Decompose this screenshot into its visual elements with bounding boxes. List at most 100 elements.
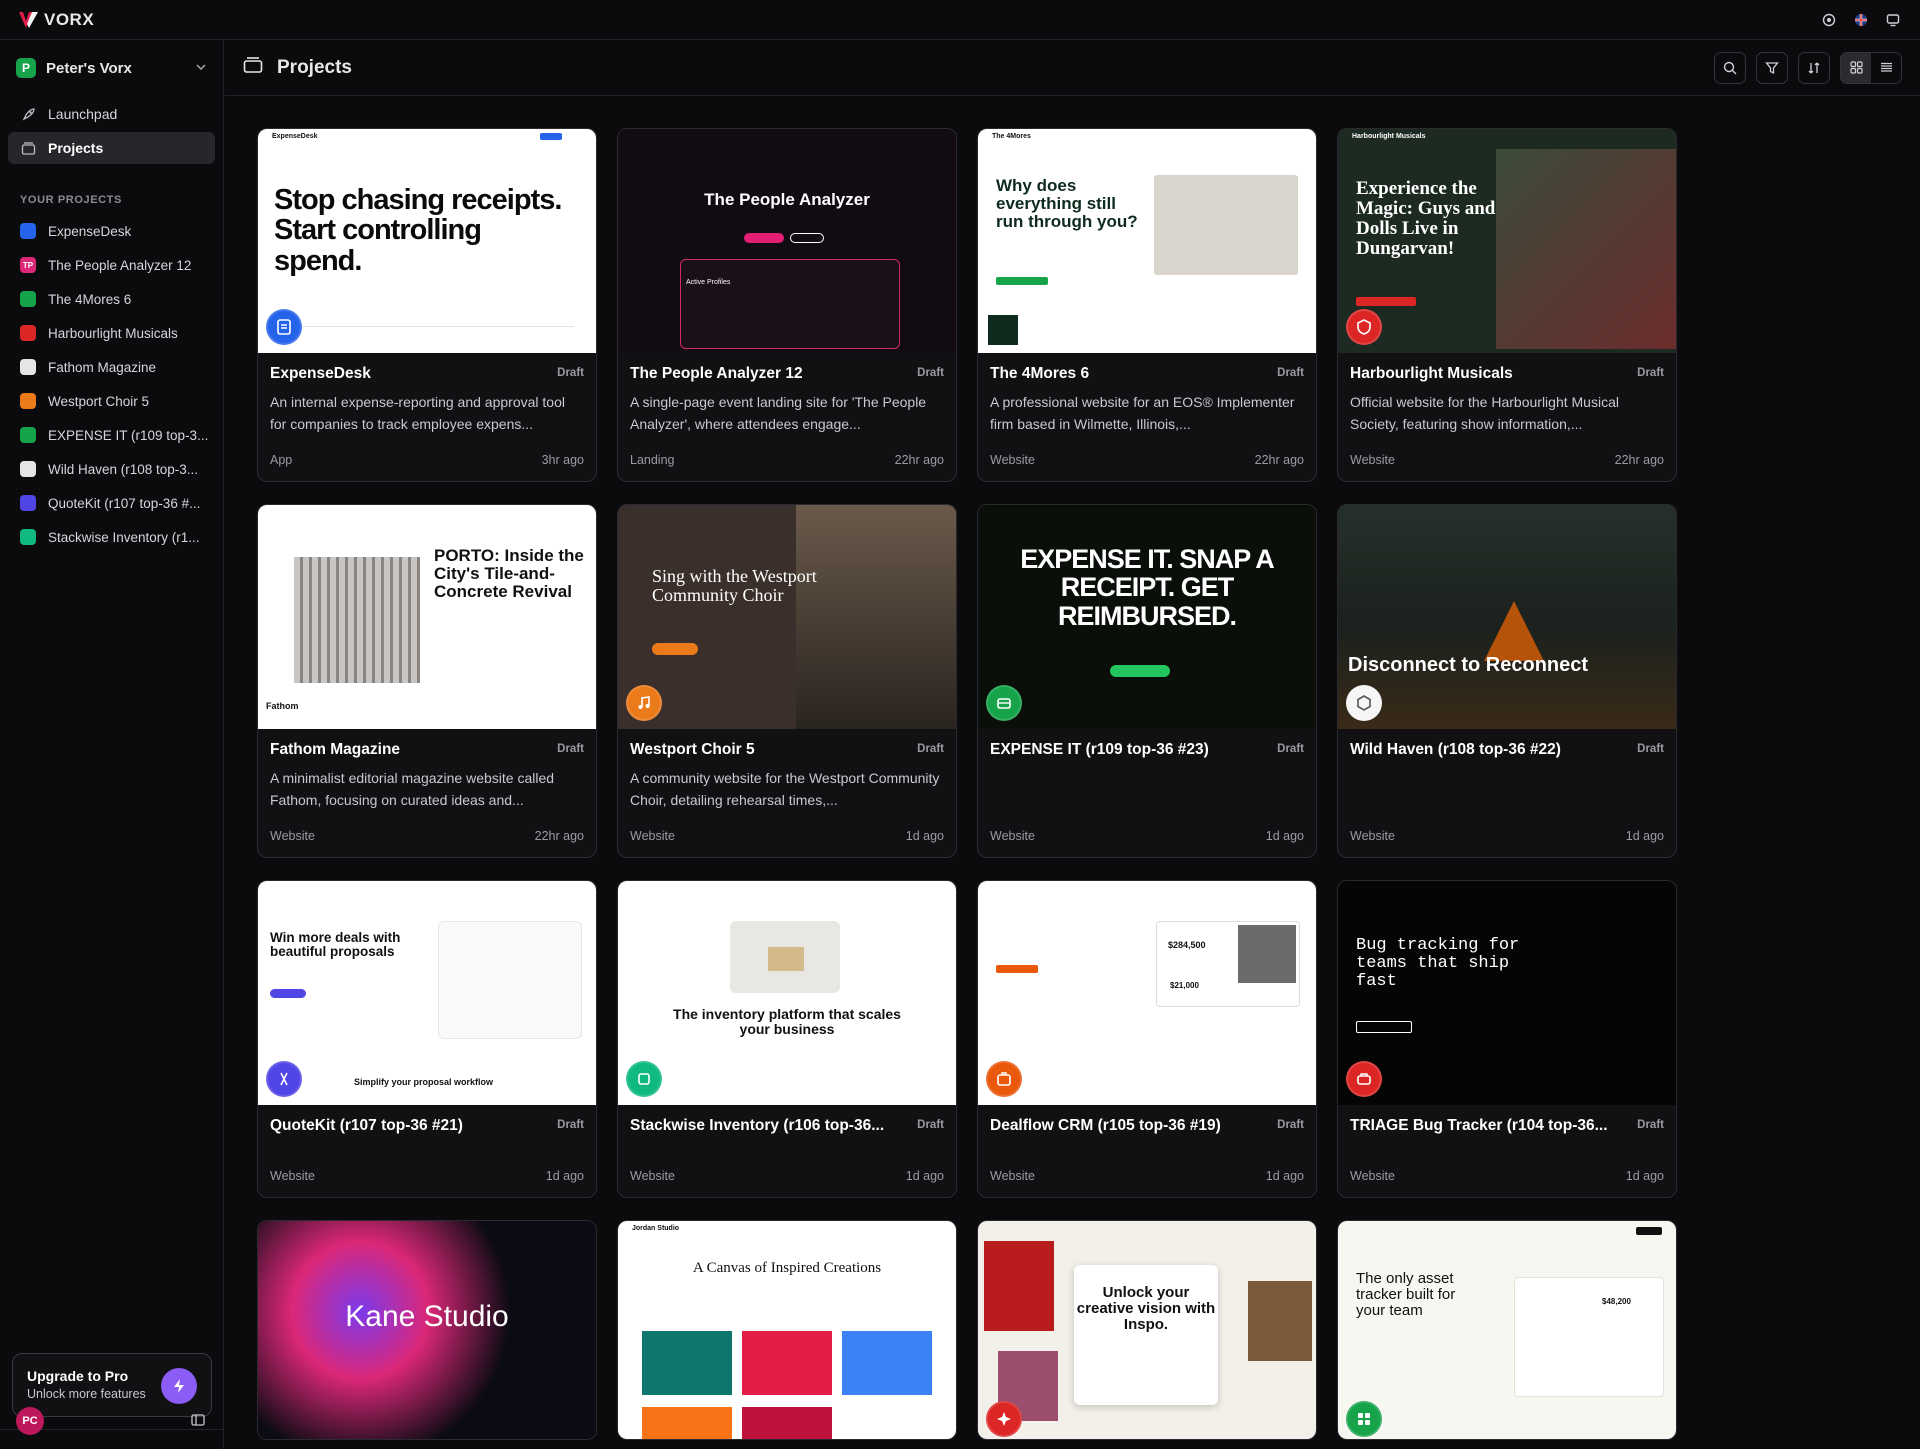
sidebar-project-item[interactable]: Fathom Magazine [8, 350, 215, 384]
sidebar-project-label: Westport Choir 5 [48, 393, 150, 409]
project-updated-time: 22hr ago [1254, 453, 1304, 467]
project-grid: Stop chasing receipts. Start controlling… [257, 128, 1677, 1440]
sidebar-project-item[interactable]: Wild Haven (r108 top-3... [8, 452, 215, 486]
project-card[interactable]: EXPENSE IT. SNAP A RECEIPT. GET REIMBURS… [977, 504, 1317, 858]
avatar[interactable]: PC [16, 1407, 44, 1435]
project-card[interactable]: Experience the Magic: Guys and Dolls Liv… [1337, 128, 1677, 482]
thumbnail-headline: Experience the Magic: Guys and Dolls Liv… [1356, 178, 1496, 259]
filter-button[interactable] [1756, 51, 1788, 84]
sort-button[interactable] [1798, 51, 1830, 84]
nav-projects[interactable]: Projects [8, 132, 215, 164]
sidebar-project-item[interactable]: Westport Choir 5 [8, 384, 215, 418]
quote-icon [20, 495, 36, 511]
project-card[interactable]: The only asset tracker built for your te… [1337, 1220, 1677, 1440]
project-card[interactable]: Why does everything still run through yo… [977, 128, 1317, 482]
card-footer: App 3hr ago [270, 453, 584, 467]
project-card[interactable]: Bug tracking for teams that ship fast TRI… [1337, 880, 1677, 1198]
help-icon[interactable] [1820, 11, 1838, 29]
upgrade-card[interactable]: Upgrade to Pro Unlock more features [12, 1353, 212, 1417]
collapse-sidebar-icon[interactable] [190, 1412, 208, 1430]
list-icon [1880, 62, 1892, 72]
grid-view-button[interactable] [1841, 52, 1871, 83]
thumbnail-subtext: Active Profiles [686, 279, 731, 286]
project-updated-time: 1d ago [545, 1169, 584, 1183]
sidebar-project-item[interactable]: QuoteKit (r107 top-36 #... [8, 486, 215, 520]
project-thumbnail: Sing with the Westport Community Choir [618, 505, 956, 729]
thumbnail-brand: Harbourlight Musicals [1352, 133, 1426, 140]
sidebar-project-item[interactable]: EXPENSE IT (r109 top-3... [8, 418, 215, 452]
sidebar-project-label: QuoteKit (r107 top-36 #... [48, 495, 201, 511]
list-view-button[interactable] [1871, 53, 1901, 83]
card-footer: Website 1d ago [1350, 829, 1664, 843]
project-name: Stackwise Inventory (r106 top-36... [630, 1117, 885, 1134]
project-card[interactable]: Sing with the Westport Community Choir We… [617, 504, 957, 858]
thumbnail-headline: Unlock your creative vision with Inspo. [1076, 1284, 1216, 1333]
sidebar-project-item[interactable]: TP The People Analyzer 12 [8, 248, 215, 282]
sidebar-project-item[interactable]: Stackwise Inventory (r1... [8, 520, 215, 554]
nav-launchpad-label: Launchpad [48, 106, 118, 122]
project-card[interactable]: The People Analyzer Active Profiles The Pe… [617, 128, 957, 482]
project-description: A single-page event landing site for 'Th… [630, 394, 927, 432]
status-badge: Draft [1277, 1119, 1304, 1131]
card-body: ExpenseDesk Draft An internal expense-repo… [258, 353, 596, 435]
project-card[interactable]: $284,500 $21,000 Dealflow CRM (r105 top-36… [977, 880, 1317, 1198]
grid-icon [1849, 61, 1863, 74]
folder-icon [243, 56, 263, 80]
cube-icon [20, 461, 36, 477]
briefcase-icon [986, 1061, 1022, 1097]
sidebar-project-label: The People Analyzer 12 [48, 257, 192, 273]
search-button[interactable] [1714, 51, 1746, 84]
app-logo[interactable]: VORX [18, 10, 94, 30]
project-thumbnail: Experience the Magic: Guys and Dolls Liv… [1338, 129, 1676, 353]
thumbnail-headline: A Canvas of Inspired Creations [692, 1260, 882, 1276]
status-badge: Draft [917, 1119, 944, 1131]
project-name: QuoteKit (r107 top-36 #21) [270, 1117, 463, 1134]
project-card[interactable]: Kane Studio [257, 1220, 597, 1440]
project-type: App [270, 453, 293, 467]
project-type: Website [990, 829, 1035, 843]
status-badge: Draft [1277, 743, 1304, 755]
filter-icon [1765, 61, 1779, 74]
workspace-switcher[interactable]: P Peter's Vorx [0, 40, 223, 96]
project-card[interactable]: Unlock your creative vision with Inspo. [977, 1220, 1317, 1440]
cube-icon [1346, 685, 1382, 721]
thumbnail-subtext: $21,000 [1170, 981, 1199, 990]
card-body: Westport Choir 5 Draft A community website… [618, 729, 956, 811]
thumbnail-headline: Stop chasing receipts. Start controlling… [274, 184, 562, 277]
sidebar-project-item[interactable]: ExpenseDesk [8, 214, 215, 248]
card-body: Fathom Magazine Draft A minimalist editori… [258, 729, 596, 811]
sidebar-project-item[interactable]: The 4Mores 6 [8, 282, 215, 316]
document-icon [20, 359, 36, 375]
project-thumbnail: The only asset tracker built for your te… [1338, 1221, 1676, 1439]
sidebar: P Peter's Vorx Launchpad Projects YOUR P… [0, 40, 224, 1449]
card-footer: Website 1d ago [630, 829, 944, 843]
project-updated-time: 1d ago [905, 1169, 944, 1183]
language-flag-icon[interactable] [1852, 11, 1870, 29]
project-name: EXPENSE IT (r109 top-36 #23) [990, 741, 1209, 758]
project-type: Website [1350, 453, 1395, 467]
project-card[interactable]: Stop chasing receipts. Start controlling… [257, 128, 597, 482]
project-card[interactable]: PORTO: Inside the City's Tile-and-Concre… [257, 504, 597, 858]
project-thumbnail: Disconnect to Reconnect [1338, 505, 1676, 729]
project-type: Website [990, 453, 1035, 467]
quote-icon [266, 1061, 302, 1097]
project-card[interactable]: The inventory platform that scales your … [617, 880, 957, 1198]
project-updated-time: 22hr ago [1614, 453, 1664, 467]
project-card[interactable]: A Canvas of Inspired Creations Jordan Stu… [617, 1220, 957, 1440]
project-card[interactable]: Disconnect to Reconnect Wild Haven (r108 … [1337, 504, 1677, 858]
project-description [990, 767, 1304, 811]
project-description: A professional website for an EOS® Imple… [990, 394, 1295, 432]
thumbnail-headline: Sing with the Westport Community Choir [652, 566, 817, 605]
sort-icon [1808, 62, 1820, 73]
thumbnail-headline: The People Analyzer [704, 190, 870, 209]
nav-launchpad[interactable]: Launchpad [8, 98, 215, 130]
monitor-icon[interactable] [1884, 11, 1902, 29]
project-thumbnail: Kane Studio [258, 1221, 596, 1439]
wallet-icon [20, 427, 36, 443]
status-badge: Draft [557, 743, 584, 755]
thumbnail-headline: $284,500 [1168, 940, 1206, 950]
project-card[interactable]: Win more deals with beautiful proposals S… [257, 880, 597, 1198]
sidebar-project-item[interactable]: Harbourlight Musicals [8, 316, 215, 350]
upgrade-button[interactable] [161, 1368, 197, 1404]
card-body: Harbourlight Musicals Draft Official websi… [1338, 353, 1676, 435]
